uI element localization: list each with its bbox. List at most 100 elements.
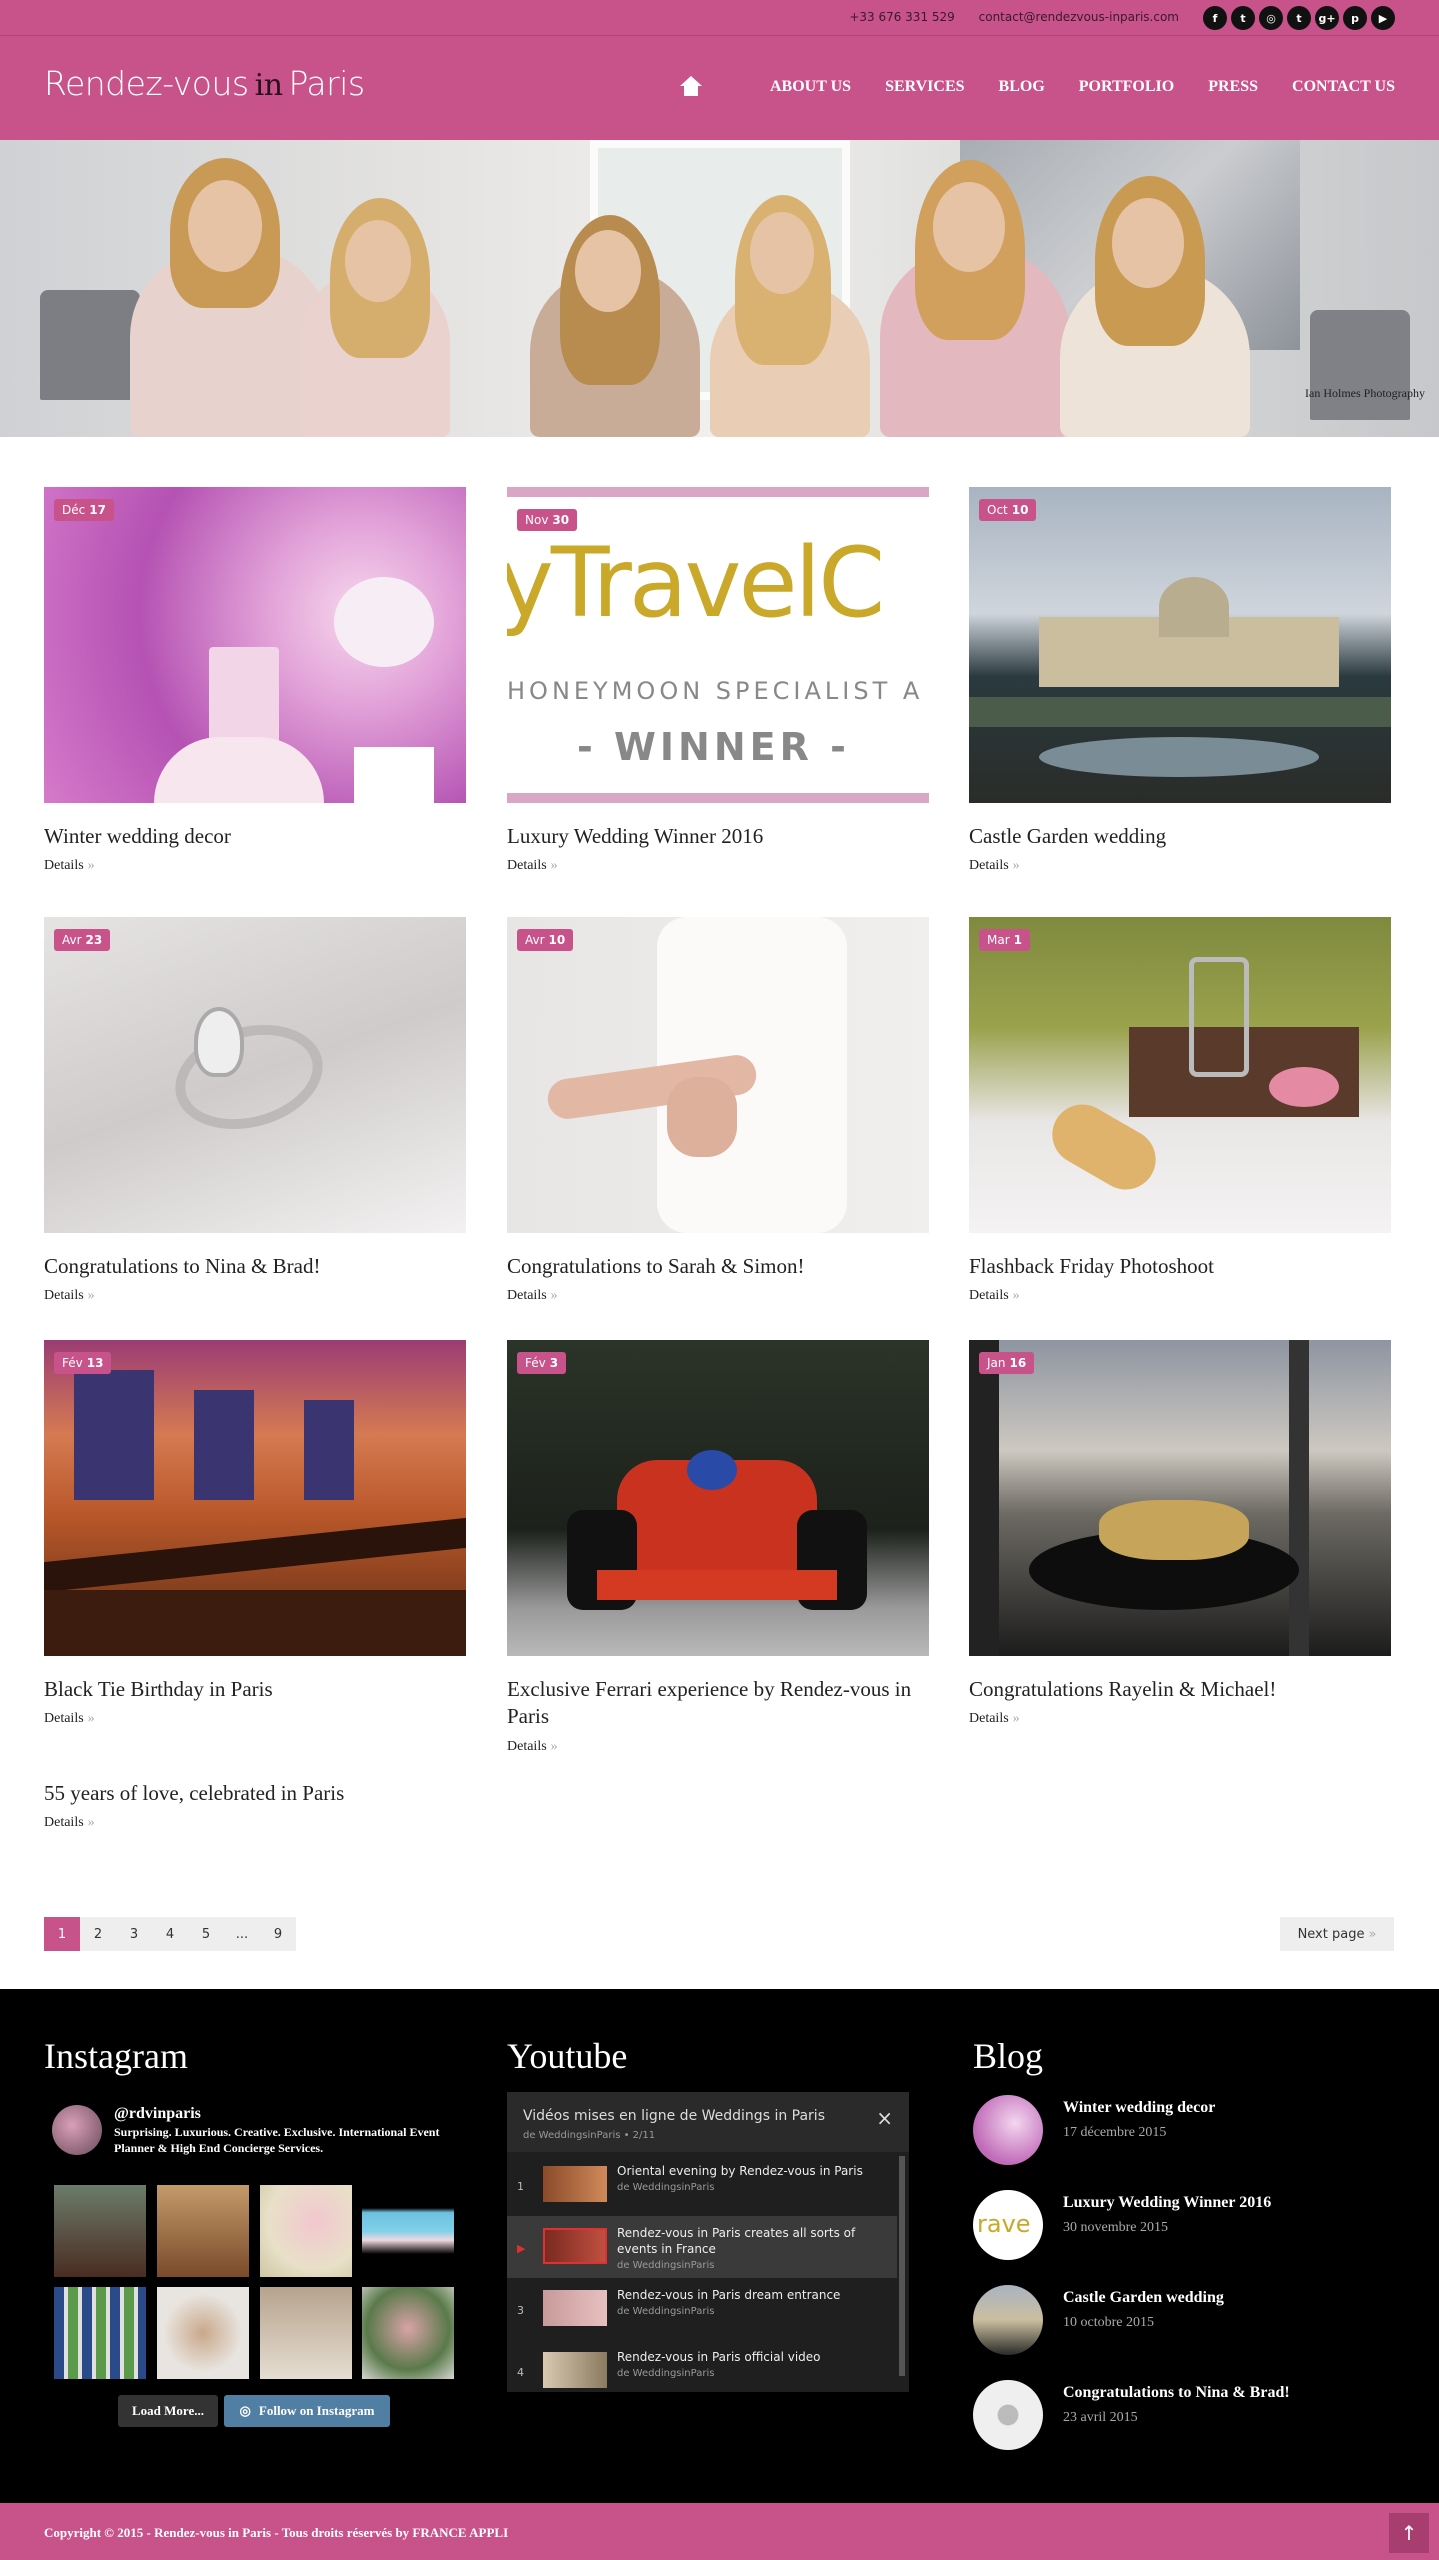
chevron-right-icon: » [1012, 858, 1020, 874]
details-link[interactable]: Details» [507, 858, 929, 874]
post-image[interactable]: Mar 1 [969, 917, 1391, 1233]
page-2[interactable]: 2 [80, 1917, 116, 1951]
twitter-icon[interactable]: t [1231, 6, 1255, 30]
tumblr-icon[interactable]: t [1287, 6, 1311, 30]
blog-item-date: 30 novembre 2015 [1063, 2220, 1168, 2235]
details-link[interactable]: Details» [969, 858, 1391, 874]
nav-services[interactable]: SERVICES [885, 78, 964, 96]
post-title[interactable]: Black Tie Birthday in Paris [44, 1676, 466, 1703]
blog-item[interactable]: rave Luxury Wedding Winner 2016 30 novem… [973, 2190, 1393, 2264]
playlist-scrollbar[interactable] [899, 2156, 905, 2376]
pinterest-icon[interactable]: p [1343, 6, 1367, 30]
date-month: Oct [987, 503, 1008, 517]
post-image[interactable]: Oct 10 [969, 487, 1391, 803]
blog-item-title: Castle Garden wedding [1063, 2289, 1224, 2306]
details-link[interactable]: Details» [44, 1711, 466, 1727]
instagram-thumb[interactable] [54, 2287, 146, 2379]
playlist-item-playing[interactable]: ▶ Rendez-vous in Paris creates all sorts… [507, 2216, 897, 2278]
blog-item[interactable]: Castle Garden wedding 10 octobre 2015 [973, 2285, 1393, 2359]
nav-blog[interactable]: BLOG [999, 78, 1045, 96]
blog-item[interactable]: Congratulations to Nina & Brad! 23 avril… [973, 2380, 1393, 2454]
post-image[interactable]: Avr 10 [507, 917, 929, 1233]
next-page-button[interactable]: Next page» [1280, 1917, 1394, 1951]
chevron-right-icon: » [87, 1711, 95, 1727]
post-title[interactable]: Congratulations Rayelin & Michael! [969, 1676, 1391, 1703]
blog-item[interactable]: Winter wedding decor 17 décembre 2015 [973, 2095, 1393, 2169]
contact-info: +33 676 331 529 contact@rendezvous-inpar… [829, 10, 1179, 24]
details-link[interactable]: Details» [507, 1739, 929, 1755]
instagram-profile[interactable]: @rdvinparis Surprising. Luxurious. Creat… [52, 2105, 466, 2161]
page-4[interactable]: 4 [152, 1917, 188, 1951]
post-title[interactable]: Winter wedding decor [44, 823, 466, 850]
instagram-thumb[interactable] [260, 2185, 352, 2277]
post-title[interactable]: Congratulations to Nina & Brad! [44, 1253, 466, 1280]
details-link[interactable]: Details» [44, 1288, 466, 1304]
post-image[interactable]: Fév 3 [507, 1340, 929, 1656]
avatar[interactable] [52, 2105, 102, 2155]
top-bar: +33 676 331 529 contact@rendezvous-inpar… [0, 0, 1439, 36]
play-indicator-icon: ▶ [517, 2242, 526, 2255]
video-channel: de WeddingsinParis [617, 2260, 715, 2271]
playlist-item[interactable]: 1 Oriental evening by Rendez-vous in Par… [507, 2154, 897, 2216]
site-logo[interactable]: Rendez-vous in Paris [44, 64, 365, 103]
page-1[interactable]: 1 [44, 1917, 80, 1951]
nav-contact-us[interactable]: CONTACT US [1292, 78, 1395, 96]
details-link[interactable]: Details» [969, 1711, 1391, 1727]
instagram-thumb[interactable] [54, 2185, 146, 2277]
details-link[interactable]: Details» [44, 858, 466, 874]
close-icon[interactable]: × [876, 2106, 893, 2130]
details-link[interactable]: Details» [507, 1288, 929, 1304]
playlist-item[interactable]: 3 Rendez-vous in Paris dream entrance de… [507, 2278, 897, 2340]
date-badge: Déc 17 [54, 499, 114, 521]
details-link[interactable]: Details» [44, 1815, 466, 1831]
post-title[interactable]: Castle Garden wedding [969, 823, 1391, 850]
youtube-playlist: Vidéos mises en ligne de Weddings in Par… [507, 2092, 909, 2392]
googleplus-icon[interactable]: g+ [1315, 6, 1339, 30]
instagram-icon[interactable]: ◎ [1259, 6, 1283, 30]
nav-portfolio[interactable]: PORTFOLIO [1079, 78, 1174, 96]
nav-about-us[interactable]: ABOUT US [770, 78, 851, 96]
date-day: 30 [552, 513, 570, 527]
page-5[interactable]: 5 [188, 1917, 224, 1951]
post-image[interactable]: Déc 17 [44, 487, 466, 803]
load-more-button[interactable]: Load More... [118, 2395, 218, 2427]
youtube-icon[interactable]: ▶ [1371, 6, 1395, 30]
post-title[interactable]: Flashback Friday Photoshoot [969, 1253, 1391, 1280]
instagram-thumb[interactable] [260, 2287, 352, 2379]
instagram-thumb[interactable] [157, 2287, 249, 2379]
main-navigation: ABOUT US SERVICES BLOG PORTFOLIO PRESS C… [680, 76, 1395, 98]
date-badge: Avr 23 [54, 929, 111, 951]
chevron-right-icon: » [87, 858, 95, 874]
post-image[interactable]: Jan 16 [969, 1340, 1391, 1656]
main-header: Rendez-vous in Paris ABOUT US SERVICES BLO… [0, 36, 1439, 140]
instagram-thumb[interactable] [362, 2185, 454, 2277]
follow-instagram-button[interactable]: ◎ Follow on Instagram [224, 2395, 390, 2427]
instagram-thumb[interactable] [362, 2287, 454, 2379]
home-icon[interactable] [680, 76, 702, 98]
facebook-icon[interactable]: f [1203, 6, 1227, 30]
page-9[interactable]: 9 [260, 1917, 296, 1951]
details-link[interactable]: Details» [969, 1288, 1391, 1304]
details-label: Details [44, 1288, 84, 1304]
pagination: 1 2 3 4 5 ... 9 [44, 1917, 296, 1951]
post-title[interactable]: Congratulations to Sarah & Simon! [507, 1253, 929, 1280]
page-3[interactable]: 3 [116, 1917, 152, 1951]
post-title[interactable]: Exclusive Ferrari experience by Rendez-v… [507, 1676, 929, 1731]
post-image[interactable]: Fév 13 [44, 1340, 466, 1656]
post-image[interactable]: yTravelC HONEYMOON SPECIALIST A - WINNER… [507, 487, 929, 803]
instagram-handle[interactable]: @rdvinparis [114, 2105, 201, 2123]
post-title[interactable]: 55 years of love, celebrated in Paris [44, 1780, 466, 1807]
instagram-thumb[interactable] [157, 2185, 249, 2277]
video-channel: de WeddingsinParis [617, 2368, 715, 2379]
post-title[interactable]: Luxury Wedding Winner 2016 [507, 823, 929, 850]
nav-press[interactable]: PRESS [1208, 78, 1258, 96]
post-image[interactable]: Avr 23 [44, 917, 466, 1233]
phone-number[interactable]: +33 676 331 529 [849, 10, 954, 24]
chevron-right-icon: » [1368, 1926, 1377, 1942]
email-address[interactable]: contact@rendezvous-inparis.com [979, 10, 1179, 24]
post-card: Oct 10 Castle Garden wedding Details» [969, 487, 1391, 874]
playlist-title[interactable]: Vidéos mises en ligne de Weddings in Par… [523, 2108, 825, 2124]
item-number: 1 [517, 2180, 524, 2193]
playlist-item[interactable]: 4 Rendez-vous in Paris official video de… [507, 2340, 897, 2392]
arrow-up-icon[interactable]: ↑ [1389, 2513, 1429, 2553]
